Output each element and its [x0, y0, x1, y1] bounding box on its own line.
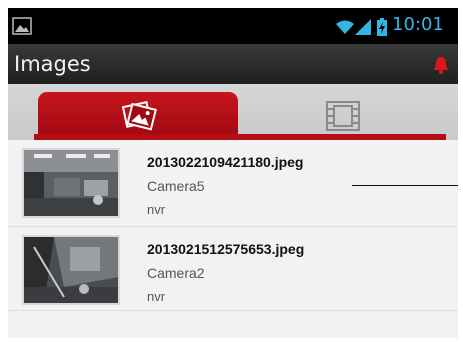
- item-source: nvr: [147, 289, 166, 304]
- clock: 10:01: [392, 14, 444, 35]
- screen: 10:01 Images 2013022109421180.jpeg Camer…: [8, 8, 458, 338]
- film-icon: [326, 101, 360, 131]
- bell-icon[interactable]: [432, 56, 450, 74]
- page-title: Images: [14, 52, 91, 76]
- tab-bar: [8, 84, 458, 140]
- list-item[interactable]: 2013022109421180.jpeg Camera5 nvr: [8, 140, 458, 227]
- list-item[interactable]: 2013021512575653.jpeg Camera2 nvr: [8, 227, 458, 311]
- item-camera: Camera2: [147, 265, 205, 281]
- item-source: nvr: [147, 202, 166, 217]
- item-filename: 2013021512575653.jpeg: [147, 241, 305, 257]
- signal-icon: [355, 19, 371, 35]
- thumbnail: [22, 235, 120, 305]
- action-bar: Images: [8, 44, 458, 84]
- callout-line: [352, 185, 458, 186]
- status-bar: 10:01: [8, 8, 458, 44]
- item-filename: 2013022109421180.jpeg: [147, 154, 304, 170]
- battery-charging-icon: [377, 18, 387, 36]
- wifi-icon: [336, 20, 354, 34]
- item-camera: Camera5: [147, 178, 205, 194]
- image-notification-icon: [12, 17, 32, 35]
- tab-videos[interactable]: [244, 92, 444, 138]
- tab-images[interactable]: [38, 92, 238, 138]
- thumbnail: [22, 148, 120, 218]
- images-icon: [121, 100, 157, 131]
- image-list: 2013022109421180.jpeg Camera5 nvr 201302…: [8, 140, 458, 311]
